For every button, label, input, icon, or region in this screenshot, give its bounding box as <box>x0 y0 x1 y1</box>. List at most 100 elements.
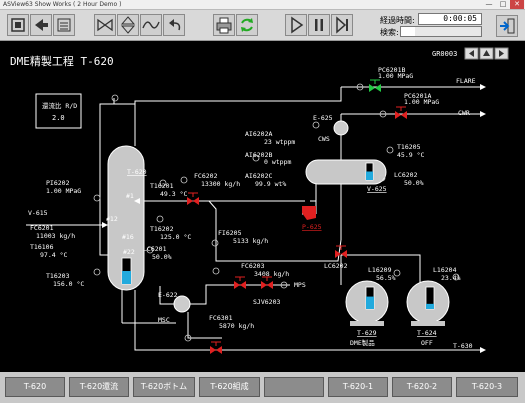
group-label: GR0003 <box>432 50 457 58</box>
trend-icon <box>142 21 160 29</box>
nav-t620-composition[interactable]: T-620組成 <box>199 377 260 397</box>
print-button[interactable] <box>213 14 235 36</box>
tray-16-label: #16 <box>122 233 134 241</box>
nav-t620[interactable]: T-620 <box>5 377 65 397</box>
nav-t620-bottoms[interactable]: T-620ボトム <box>133 377 195 397</box>
tank-t629-base <box>350 321 384 326</box>
t629-label: T-629 <box>357 329 377 337</box>
elapsed-time-value: 0:00:05 <box>418 13 482 25</box>
nav-t620-1[interactable]: T-620-1 <box>328 377 388 397</box>
fc6301-value: 5870 kg/h <box>219 322 254 330</box>
reflux-ratio-label: 還流比 R/D <box>42 101 77 110</box>
elapsed-time-label: 経過時間: <box>380 16 415 25</box>
t624-label: T-624 <box>417 329 437 337</box>
msc-label: MSC <box>158 316 170 324</box>
e622-label: E-622 <box>158 291 178 299</box>
bubble-t16202[interactable] <box>156 215 164 223</box>
nav-t620-reflux[interactable]: T-620還流 <box>69 377 129 397</box>
pump-p625[interactable] <box>302 206 316 220</box>
t620-label: T-620 <box>127 168 147 176</box>
nav-t620-3[interactable]: T-620-3 <box>456 377 518 397</box>
undo-icon <box>169 19 181 31</box>
exit-icon <box>500 18 515 34</box>
v625-label: V-625 <box>367 185 387 193</box>
valve-button[interactable] <box>94 14 116 36</box>
nav-bar: T-620 T-620還流 T-620ボトム T-620組成 T-620-1 T… <box>0 372 525 403</box>
nav-blank[interactable] <box>264 377 324 397</box>
t16202-tag: T16202 <box>150 225 174 233</box>
back-icon-button[interactable] <box>30 14 52 36</box>
fc6201-value: 11003 kg/h <box>36 232 75 240</box>
up-down-icon <box>120 16 136 34</box>
bubble-t16205[interactable] <box>386 146 394 154</box>
undo-button[interactable] <box>163 14 185 36</box>
tray-22-label: #22 <box>123 248 135 256</box>
search-input[interactable] <box>400 26 482 37</box>
dme-product-label: DME製品 <box>350 338 375 347</box>
cwr-label: CWR <box>458 109 470 117</box>
ai6202a-value: 23 wtppm <box>264 138 295 146</box>
t16106-value: 97.4 °C <box>40 251 67 259</box>
valve-icon <box>97 18 113 32</box>
valve-sjv6203[interactable] <box>261 281 273 289</box>
valve-fc6202[interactable] <box>187 197 199 205</box>
lc6202-tag: LC6202 <box>394 171 418 179</box>
bubble-overhead[interactable] <box>111 94 119 102</box>
ai6202c-value: 99.9 wt% <box>255 180 286 188</box>
process-diagram: DME精製工程 T-620 還流比 R/D 2.0 GR0003 PC6201B… <box>10 47 509 354</box>
l16204-value: 23.4% <box>441 274 461 282</box>
pause-button[interactable] <box>308 14 330 36</box>
t16201-value: 49.3 °C <box>160 190 187 198</box>
bubble-ai6202a[interactable] <box>312 121 320 129</box>
bubble-fc6203[interactable] <box>212 267 220 275</box>
play-button[interactable] <box>285 14 307 36</box>
nav-t620-2[interactable]: T-620-2 <box>392 377 452 397</box>
home-icon-button[interactable] <box>7 14 29 36</box>
fc6202-tag: FC6202 <box>194 172 218 180</box>
l16204-tag: L16204 <box>433 266 457 274</box>
bubble-pi6202[interactable] <box>93 194 101 202</box>
lc6202-value: 50.0% <box>404 179 424 187</box>
bubble-fc6202[interactable] <box>180 176 188 184</box>
fi6205-value: 5133 kg/h <box>233 237 268 245</box>
bubble-t16203[interactable] <box>93 268 101 276</box>
ai6202c-tag: AI6202C <box>245 172 272 180</box>
ai6202a-tag: AI6202A <box>245 130 272 138</box>
reflux-ratio-value: 2.0 <box>52 114 65 122</box>
fc6203-value: 3408 kg/h <box>254 270 289 278</box>
step-button[interactable] <box>331 14 353 36</box>
refresh-icon <box>241 18 253 32</box>
t16106-tag: T16106 <box>30 243 54 251</box>
t16203-tag: T16203 <box>46 272 70 280</box>
bubble-fi6205[interactable] <box>211 239 219 247</box>
sort-button[interactable] <box>117 14 139 36</box>
back-arrow-icon <box>35 19 48 31</box>
p625-label: P-625 <box>302 223 322 231</box>
home-icon <box>11 18 25 32</box>
refresh-button[interactable] <box>236 14 258 36</box>
valve-fc6301[interactable] <box>210 346 222 354</box>
title-bar: ASView63 Show Works ( 2 Hour Demo ) — □ … <box>0 0 525 10</box>
e625-label: E-625 <box>313 114 333 122</box>
condenser-e625[interactable] <box>333 120 349 136</box>
exit-button[interactable] <box>496 15 518 37</box>
minimize-button[interactable]: — <box>482 0 496 9</box>
trend-button[interactable] <box>140 14 162 36</box>
valve-pc6201b[interactable] <box>369 84 381 92</box>
pi6202-tag: PI6202 <box>46 179 70 187</box>
fc6202-value: 13300 kg/h <box>201 180 240 188</box>
lc6201-tag: LC6201 <box>143 245 167 253</box>
printer-icon <box>216 17 232 34</box>
flare-label: FLARE <box>456 77 476 85</box>
valve-pc6201a[interactable] <box>395 111 407 119</box>
t624-level-fill <box>426 303 434 309</box>
close-button[interactable]: ✕ <box>510 0 524 9</box>
ai6202b-value: 0 wtppm <box>264 158 291 166</box>
l16209-tag: L16209 <box>368 266 392 274</box>
fc6301-tag: FC6301 <box>209 314 233 322</box>
reflux-ratio-box[interactable] <box>35 93 82 129</box>
tag-list-button[interactable] <box>53 14 75 36</box>
pc6201a-value: 1.00 MPaG <box>404 98 439 106</box>
valve-fc6203[interactable] <box>234 281 246 289</box>
maximize-button[interactable]: □ <box>496 0 510 9</box>
